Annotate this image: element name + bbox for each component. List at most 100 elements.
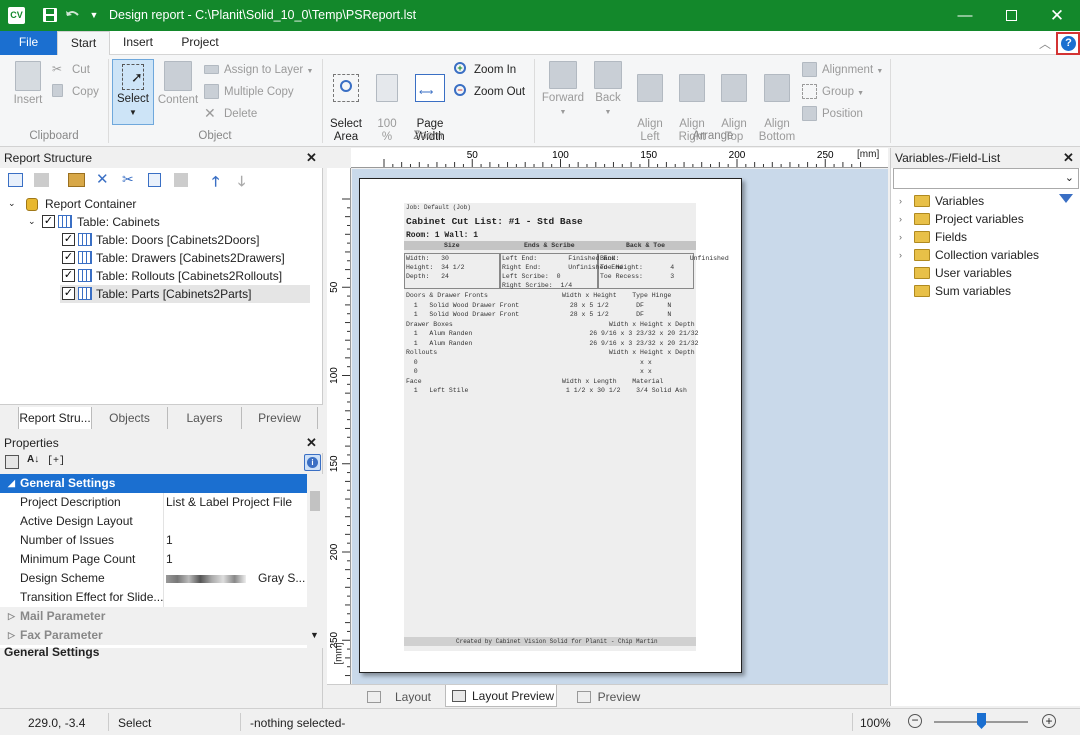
- checkbox[interactable]: ✓: [62, 269, 75, 282]
- paste-icon[interactable]: [174, 173, 188, 187]
- group-label: Group: [822, 86, 854, 98]
- position-button[interactable]: Position: [802, 105, 863, 125]
- close-button[interactable]: ✕: [1034, 0, 1080, 31]
- tab-project[interactable]: Project: [170, 31, 230, 55]
- tab-layout[interactable]: Layout: [363, 686, 443, 708]
- tree-table-cabinets[interactable]: ⌄ ✓ Table: Cabinets: [28, 213, 308, 231]
- collapse-ribbon-icon[interactable]: ︿: [1039, 35, 1051, 52]
- zoom-in-icon[interactable]: +: [1042, 714, 1056, 728]
- zoom-in-button[interactable]: + Zoom In: [454, 61, 516, 81]
- separator: [163, 588, 164, 607]
- undo-icon[interactable]: [64, 7, 80, 23]
- select-button[interactable]: ➚ Select ▼: [112, 59, 154, 125]
- tab-preview[interactable]: Preview: [559, 686, 659, 708]
- move-down-icon[interactable]: 🡓: [238, 171, 245, 195]
- group-button[interactable]: Group ▼: [802, 83, 864, 103]
- report-line: 0 x x: [406, 358, 652, 366]
- position-label: Position: [822, 108, 863, 120]
- append-icon[interactable]: [34, 173, 49, 187]
- variable-label: Variables: [935, 194, 985, 208]
- variable-folder[interactable]: › Collection variables: [899, 246, 1077, 264]
- tab-start[interactable]: Start: [57, 31, 110, 56]
- back-button[interactable]: Back ▼: [588, 61, 628, 119]
- close-panel-icon[interactable]: ✕: [1063, 150, 1074, 166]
- expand-all-button[interactable]: [+]: [47, 456, 65, 467]
- properties-icon[interactable]: [68, 173, 85, 187]
- variables-filter-dropdown[interactable]: ⌄: [893, 168, 1079, 189]
- minimize-button[interactable]: —: [942, 0, 988, 31]
- property-row[interactable]: Active Design Layout: [0, 512, 307, 531]
- scrollbar-thumb[interactable]: [310, 491, 320, 511]
- tab-file[interactable]: File: [0, 31, 57, 55]
- tree-report-container[interactable]: ⌄ Report Container: [8, 195, 308, 213]
- variable-folder[interactable]: Sum variables: [899, 282, 1077, 300]
- tree-child-table[interactable]: ✓ Table: Doors [Cabinets2Doors]: [60, 231, 310, 249]
- tab-objects[interactable]: Objects: [92, 407, 168, 429]
- property-row[interactable]: Project Description List & Label Project …: [0, 493, 307, 512]
- checkbox[interactable]: ✓: [62, 287, 75, 300]
- property-row[interactable]: Design Scheme Gray S...: [0, 569, 307, 588]
- save-icon[interactable]: [42, 7, 58, 23]
- property-value: Gray S...: [258, 571, 306, 585]
- categorized-icon[interactable]: [5, 455, 19, 469]
- sort-alpha-icon[interactable]: A↓: [27, 454, 39, 465]
- filter-icon[interactable]: [1059, 194, 1073, 203]
- zoom-out-icon[interactable]: −: [908, 714, 922, 728]
- tab-insert[interactable]: Insert: [112, 31, 164, 55]
- tree-child-table[interactable]: ✓ Table: Rollouts [Cabinets2Rollouts]: [60, 267, 310, 285]
- scroll-down-icon[interactable]: ▼: [310, 630, 319, 640]
- ruler-label: 200: [329, 543, 340, 560]
- variable-folder[interactable]: User variables: [899, 264, 1077, 282]
- tab-preview-structure[interactable]: Preview: [242, 407, 318, 429]
- section-mail-parameter[interactable]: ▷ Mail Parameter: [0, 607, 307, 626]
- content-button[interactable]: Content: [156, 61, 200, 107]
- table-icon: [78, 251, 92, 264]
- tab-layers[interactable]: Layers: [168, 407, 242, 429]
- tab-layout-preview[interactable]: Layout Preview: [445, 685, 557, 707]
- zoom-slider-thumb[interactable]: [977, 713, 986, 729]
- copy-icon[interactable]: [148, 173, 161, 187]
- checkbox[interactable]: ✓: [62, 233, 75, 246]
- property-row[interactable]: Minimum Page Count 1: [0, 550, 307, 569]
- maximize-button[interactable]: [988, 0, 1034, 31]
- assign-to-layer-button[interactable]: Assign to Layer ▼: [204, 61, 313, 81]
- copy-button[interactable]: Copy: [52, 83, 99, 103]
- alignment-button[interactable]: Alignment ▼: [802, 61, 883, 81]
- report-line: Drawer Boxes Width x Height x Depth: [406, 320, 695, 328]
- report-line: Width: 30: [406, 255, 449, 262]
- zoom-100-icon: [376, 74, 398, 102]
- cut-button[interactable]: ✂ Cut: [52, 61, 90, 81]
- close-panel-icon[interactable]: ✕: [306, 150, 317, 166]
- forward-label: Forward: [541, 92, 585, 104]
- insert-button[interactable]: Insert: [8, 61, 48, 107]
- customize-toolbar-icon[interactable]: ▼: [86, 7, 102, 23]
- report-page[interactable]: Job: Default (Job) Cabinet Cut List: #1 …: [359, 178, 742, 673]
- multiple-copy-button[interactable]: Multiple Copy: [204, 83, 294, 103]
- property-row[interactable]: Transition Effect for Slide...: [0, 588, 307, 607]
- cut-icon[interactable]: ✂: [122, 171, 134, 188]
- tree-child-table[interactable]: ✓ Table: Drawers [Cabinets2Drawers]: [60, 249, 310, 267]
- forward-button[interactable]: Forward ▼: [540, 61, 586, 119]
- new-table-icon[interactable]: [8, 173, 23, 187]
- status-divider: [852, 713, 853, 731]
- tab-report-structure[interactable]: Report Stru...: [18, 407, 92, 429]
- checkbox[interactable]: ✓: [62, 251, 75, 264]
- tree-child-table[interactable]: ✓ Table: Parts [Cabinets2Parts]: [60, 285, 310, 303]
- zoom-out-button[interactable]: − Zoom Out: [454, 83, 525, 103]
- properties-scrollbar[interactable]: ▼: [307, 474, 323, 648]
- variable-folder[interactable]: › Project variables: [899, 210, 1077, 228]
- help-button[interactable]: ?: [1056, 32, 1080, 55]
- info-icon[interactable]: i: [304, 454, 321, 471]
- variable-folder[interactable]: › Fields: [899, 228, 1077, 246]
- section-general-settings[interactable]: ◢ General Settings: [0, 474, 307, 493]
- tab-label: Layout: [394, 690, 432, 704]
- close-panel-icon[interactable]: ✕: [306, 435, 317, 451]
- checkbox[interactable]: ✓: [42, 215, 55, 228]
- delete-button[interactable]: ✕ Delete: [204, 105, 257, 125]
- variable-folder[interactable]: › Variables: [899, 192, 1077, 210]
- delete-icon[interactable]: ✕: [96, 170, 109, 188]
- section-fax-parameter[interactable]: ▷ Fax Parameter: [0, 626, 307, 645]
- property-row[interactable]: Number of Issues 1: [0, 531, 307, 550]
- move-up-icon[interactable]: 🡑: [212, 171, 219, 195]
- window-title: Design report - C:\Planit\Solid_10_0\Tem…: [109, 8, 417, 22]
